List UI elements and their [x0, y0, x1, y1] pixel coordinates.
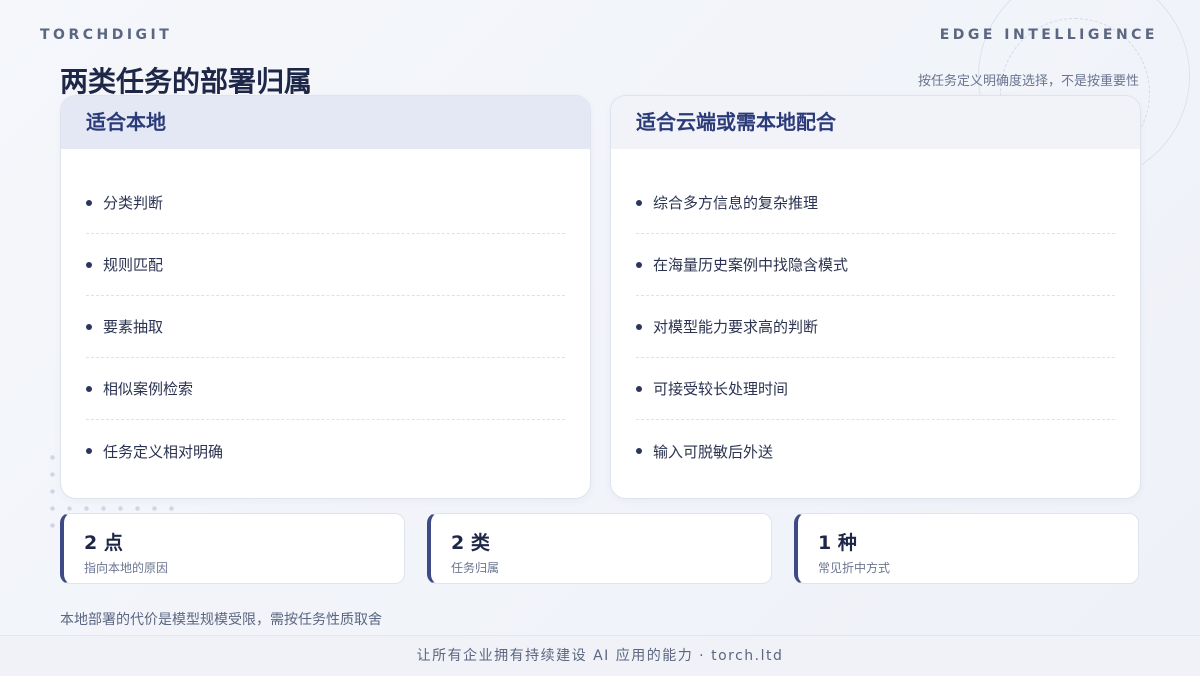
- stat-label: 任务归属: [451, 561, 500, 575]
- stat-label: 指向本地的原因: [84, 561, 169, 575]
- bullet-icon: [636, 199, 642, 206]
- bullet-icon: [86, 199, 92, 206]
- stat-value: 2 点: [84, 532, 123, 554]
- list-item-text: 可接受较长处理时间: [653, 380, 789, 398]
- list-item-text: 分类判断: [103, 194, 164, 212]
- list-item: 任务定义相对明确: [86, 420, 565, 482]
- card-cloud: 适合云端或需本地配合 综合多方信息的复杂推理 在海量历史案例中找隐含模式 对模型…: [610, 95, 1141, 499]
- list-item: 要素抽取: [86, 296, 565, 358]
- list-item-text: 综合多方信息的复杂推理: [653, 194, 819, 212]
- list-item-text: 相似案例检索: [103, 380, 194, 398]
- stat-card: 1 种 常见折中方式: [794, 513, 1139, 584]
- brand-tagline: EDGE INTELLIGENCE: [939, 27, 1158, 43]
- list-item-text: 在海量历史案例中找隐含模式: [653, 256, 849, 274]
- item-list: 分类判断 规则匹配 要素抽取 相似案例检索 任务定义相对明确: [61, 149, 590, 482]
- stat-card: 2 点 指向本地的原因: [60, 513, 405, 584]
- card-title: 适合云端或需本地配合: [611, 96, 1140, 149]
- list-item-text: 任务定义相对明确: [103, 442, 224, 461]
- brand-logo-text: TORCHDIGIT: [40, 27, 173, 43]
- page-subtitle: 按任务定义明确度选择，不是按重要性: [917, 74, 1139, 89]
- list-item: 分类判断: [86, 172, 565, 234]
- list-item-text: 输入可脱敏后外送: [653, 442, 774, 461]
- list-item-text: 要素抽取: [103, 318, 164, 336]
- stat-value: 2 类: [451, 532, 490, 554]
- card-local: 适合本地 分类判断 规则匹配 要素抽取 相似案例检索 任务定义相对明确: [60, 95, 591, 499]
- bullet-icon: [636, 261, 642, 268]
- bullet-icon: [636, 448, 642, 454]
- list-item: 输入可脱敏后外送: [636, 420, 1115, 482]
- list-item: 在海量历史案例中找隐含模式: [636, 234, 1115, 296]
- list-item-text: 规则匹配: [103, 256, 164, 274]
- stat-card: 2 类 任务归属: [427, 513, 772, 584]
- footnote: 本地部署的代价是模型规模受限，需按任务性质取舍: [60, 612, 382, 628]
- bullet-icon: [86, 323, 92, 330]
- item-list: 综合多方信息的复杂推理 在海量历史案例中找隐含模式 对模型能力要求高的判断 可接…: [611, 149, 1140, 482]
- bullet-icon: [86, 448, 92, 454]
- card-title: 适合本地: [61, 96, 590, 149]
- list-item: 可接受较长处理时间: [636, 358, 1115, 420]
- bullet-icon: [636, 323, 642, 330]
- page-title: 两类任务的部署归属: [60, 65, 313, 98]
- list-item-text: 对模型能力要求高的判断: [653, 318, 819, 336]
- list-item: 相似案例检索: [86, 358, 565, 420]
- footer-slogan: 让所有企业拥有持续建设 AI 应用的能力 · torch.ltd: [0, 635, 1200, 676]
- bullet-icon: [86, 385, 92, 392]
- stat-label: 常见折中方式: [818, 561, 891, 575]
- bullet-icon: [86, 261, 92, 268]
- stat-value: 1 种: [818, 532, 857, 554]
- bullet-icon: [636, 385, 642, 392]
- list-item: 规则匹配: [86, 234, 565, 296]
- list-item: 综合多方信息的复杂推理: [636, 172, 1115, 234]
- list-item: 对模型能力要求高的判断: [636, 296, 1115, 358]
